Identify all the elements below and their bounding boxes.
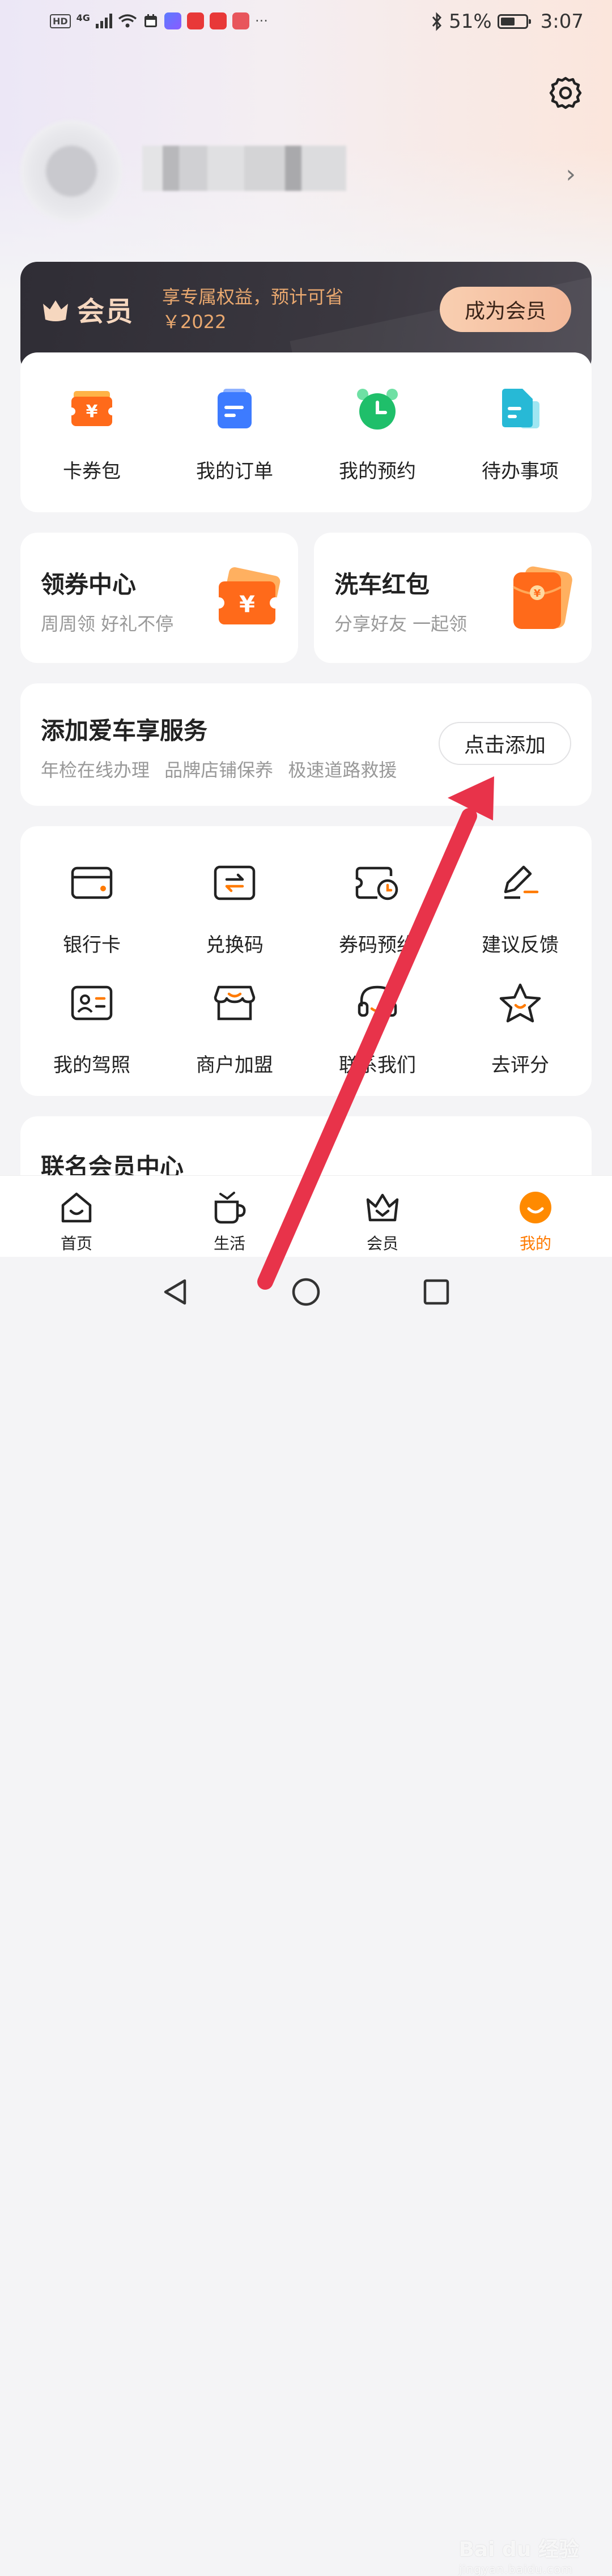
service-feedback[interactable]: 建议反馈	[449, 860, 592, 957]
service-label: 联系我们	[339, 1054, 416, 1077]
promo-subtitle: 周周领 好礼不停	[41, 613, 174, 635]
tab-label: 我的	[519, 1234, 551, 1253]
tab-label: 生活	[213, 1234, 245, 1253]
home-icon	[61, 1192, 92, 1223]
service-merchant-join[interactable]: 商户加盟	[163, 980, 306, 1077]
add-car-subtitle: 年检在线办理 品牌店铺保养 极速道路救援	[41, 759, 397, 781]
svg-text:¥: ¥	[239, 592, 255, 618]
status-bar: HD 4G ··· 51% 3:07	[0, 0, 612, 48]
promo-title: 洗车红包	[334, 571, 430, 598]
service-label: 兑换码	[206, 934, 264, 957]
app-icon-3	[232, 12, 249, 29]
calendar-icon	[144, 14, 157, 27]
promo-title: 领券中心	[41, 571, 137, 598]
bank-card-icon	[71, 866, 113, 899]
service-label: 去评分	[491, 1054, 549, 1077]
bluetooth-icon	[432, 12, 442, 31]
code-reservation-icon	[355, 866, 398, 900]
home-circle-icon[interactable]	[290, 1276, 322, 1308]
music-app-icon	[164, 12, 181, 29]
tab-label: 会员	[366, 1234, 398, 1253]
quick-action-label: 卡券包	[63, 460, 121, 483]
cup-icon	[214, 1192, 246, 1224]
become-member-button[interactable]: 成为会员	[440, 287, 571, 332]
signal-icon	[95, 14, 112, 28]
member-benefit-text: 享专属权益，预计可省￥2022	[162, 286, 344, 333]
more-notifications-icon: ···	[254, 13, 268, 29]
system-navigation-bar: Bai du 经验 jingyan.baidu.com	[0, 1257, 612, 2576]
add-car-title: 添加爱车享服务	[41, 717, 208, 745]
service-label: 建议反馈	[482, 934, 559, 957]
services-grid: 银行卡 兑换码 券码预约 建议反馈 我的驾照 商户加盟 联系我们 去评分	[20, 826, 592, 1096]
svg-text:¥: ¥	[534, 588, 541, 600]
coupon-center-card[interactable]: 领券中心 周周领 好礼不停 ¥	[20, 533, 298, 663]
service-label: 商户加盟	[196, 1054, 273, 1077]
coupon-wallet-icon: ¥	[67, 391, 116, 426]
ticket-icon: ¥	[214, 567, 281, 624]
merchant-shop-icon	[214, 985, 256, 1021]
service-rate-app[interactable]: 去评分	[449, 980, 592, 1077]
order-icon	[218, 389, 252, 428]
battery-icon	[497, 14, 531, 29]
crown-icon	[366, 1193, 399, 1222]
quick-action-label: 待办事项	[482, 460, 559, 483]
svg-text:¥: ¥	[86, 402, 98, 422]
service-code-reservation[interactable]: 券码预约	[306, 860, 449, 957]
service-bank-card[interactable]: 银行卡	[20, 860, 163, 957]
driver-license-icon	[71, 985, 113, 1021]
service-contact-us[interactable]: 联系我们	[306, 980, 449, 1077]
tab-home[interactable]: 首页	[37, 1189, 116, 1254]
battery-percent: 51%	[449, 10, 492, 33]
service-label: 银行卡	[63, 934, 121, 957]
exchange-code-icon	[214, 865, 256, 900]
tab-life[interactable]: 生活	[190, 1189, 269, 1254]
service-driver-license[interactable]: 我的驾照	[20, 980, 163, 1077]
quick-action-label: 我的订单	[196, 460, 273, 483]
smile-icon	[520, 1192, 551, 1223]
quick-action-label: 我的预约	[339, 460, 416, 483]
feedback-pen-icon	[504, 865, 539, 899]
quick-actions-card: ¥ 卡券包 我的订单 我的预约 待办事项	[20, 352, 592, 512]
quick-action-todo[interactable]: 待办事项	[449, 386, 592, 483]
car-wash-red-envelope-card[interactable]: 洗车红包 分享好友 一起领 ¥	[314, 533, 592, 663]
network-label: 4G	[76, 12, 90, 23]
quick-action-coupon-wallet[interactable]: ¥ 卡券包	[20, 386, 163, 483]
chevron-right-icon: ›	[566, 160, 576, 189]
bottom-tab-bar: 首页 生活 会员 我的	[0, 1175, 612, 1257]
quick-action-orders[interactable]: 我的订单	[163, 386, 306, 483]
tab-mine[interactable]: 我的	[496, 1189, 575, 1254]
headset-icon	[358, 985, 397, 1017]
service-label: 我的驾照	[53, 1054, 130, 1077]
service-exchange-code[interactable]: 兑换码	[163, 860, 306, 957]
promo-subtitle: 分享好友 一起领	[334, 613, 468, 635]
crown-icon	[43, 300, 68, 321]
tab-label: 首页	[60, 1234, 92, 1253]
hd-badge: HD	[50, 14, 71, 28]
profile-header[interactable]: ›	[20, 120, 593, 222]
app-icon-1	[186, 12, 204, 29]
clock: 3:07	[540, 10, 584, 33]
alarm-clock-icon	[357, 389, 398, 430]
username-blurred[interactable]	[142, 146, 346, 191]
wifi-icon	[118, 14, 137, 28]
red-envelope-icon: ¥	[513, 566, 572, 629]
app-icon-2	[209, 12, 227, 29]
star-icon	[499, 983, 541, 1023]
settings-gear-icon[interactable]	[547, 75, 584, 111]
back-triangle-icon[interactable]	[160, 1276, 192, 1308]
add-car-button[interactable]: 点击添加	[439, 722, 571, 765]
quick-action-reservations[interactable]: 我的预约	[306, 386, 449, 483]
tab-member[interactable]: 会员	[343, 1189, 422, 1254]
member-title: 会员	[77, 296, 134, 328]
add-car-card: 添加爱车享服务 年检在线办理 品牌店铺保养 极速道路救援 点击添加	[20, 683, 592, 806]
baidu-jingyan-watermark: Bai du 经验 jingyan.baidu.com	[458, 2538, 579, 2576]
todo-icon	[502, 389, 539, 428]
avatar[interactable]	[20, 120, 122, 222]
recents-square-icon[interactable]	[420, 1276, 452, 1308]
service-label: 券码预约	[339, 934, 416, 957]
